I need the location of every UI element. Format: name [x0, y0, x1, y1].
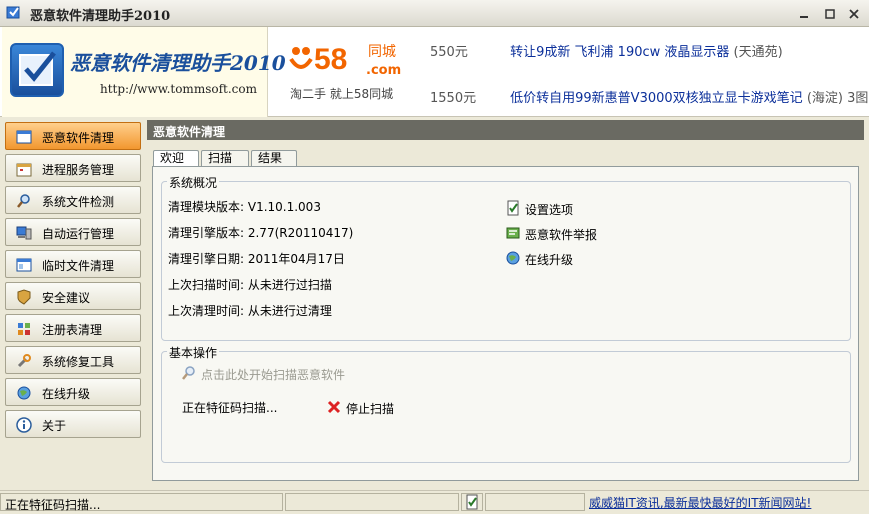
operations-title: 基本操作: [167, 344, 220, 361]
status-bar: 正在特征码扫描... 威威猫IT资讯,最新最快最好的IT新闻网站!: [0, 490, 869, 514]
sidebar-item-about[interactable]: 关于: [5, 410, 141, 438]
main-header: 恶意软件清理: [147, 120, 864, 140]
sidebar-item-label: 临时文件清理: [42, 259, 115, 273]
sidebar-item-label: 关于: [42, 419, 67, 433]
window-icon: [16, 258, 32, 272]
tab-page-welcome: 系统概况 清理模块版本: V1.10.1.003 清理引擎版本: 2.77(R2…: [152, 166, 859, 481]
sidebar-item-label: 系统修复工具: [42, 355, 115, 369]
ad-brand-domain: .com: [366, 63, 402, 78]
sidebar-item-label: 进程服务管理: [42, 163, 115, 177]
sidebar-item-label: 注册表清理: [42, 323, 103, 337]
ad-text[interactable]: 低价转自用99新惠普V3000双核独立显卡游戏笔记: [510, 91, 803, 106]
module-version: 清理模块版本: V1.10.1.003: [168, 200, 321, 214]
scan-progress-text: 正在特征码扫描...: [182, 401, 278, 415]
sidebar-item-label: 恶意软件清理: [42, 131, 115, 145]
sidebar-item-autorun[interactable]: 自动运行管理: [5, 218, 141, 246]
title-bar[interactable]: 恶意软件清理助手2010: [0, 0, 869, 27]
tools-icon: [17, 354, 31, 368]
shield-icon: [17, 289, 31, 305]
main-content: 欢迎 扫描 结果 系统概况 清理模块版本: V1.10.1.003 清理引擎版本…: [147, 140, 864, 486]
overview-title: 系统概况: [167, 174, 220, 191]
stop-scan-button[interactable]: 停止扫描: [326, 399, 406, 417]
ad-extra: (天通苑): [733, 45, 783, 60]
upgrade-link[interactable]: 在线升级: [505, 250, 625, 268]
status-text: 正在特征码扫描...: [5, 498, 101, 512]
magnifier-icon: [17, 194, 30, 208]
engine-version: 清理引擎版本: 2.77(R20110417): [168, 226, 354, 240]
sidebar-item-file-check[interactable]: 系统文件检测: [5, 186, 141, 214]
settings-icon: [507, 200, 519, 216]
sidebar-item-registry-clean[interactable]: 注册表清理: [5, 314, 141, 342]
ad-row-2[interactable]: 1550元 低价转自用99新惠普V3000双核独立显卡游戏笔记 (海淀) 3图: [430, 87, 868, 106]
sidebar-item-online-upgrade[interactable]: 在线升级: [5, 378, 141, 406]
tab-results[interactable]: 结果: [251, 150, 297, 167]
operations-group: 基本操作 点击此处开始扫描恶意软件 正在特征码扫描... 停止扫描: [161, 344, 851, 463]
last-scan-time: 上次扫描时间: 从未进行过扫描: [168, 278, 332, 292]
computer-icon: [16, 226, 32, 240]
settings-icon: [466, 494, 478, 510]
ad-extra: (海淀) 3图: [806, 91, 869, 106]
sidebar-item-label: 自动运行管理: [42, 227, 115, 241]
upgrade-label: 在线升级: [525, 253, 574, 267]
logo-title: 恶意软件清理助手2010: [70, 51, 286, 75]
globe-icon: [506, 251, 520, 265]
mascot-icon: [289, 47, 313, 69]
registry-icon: [18, 323, 30, 335]
close-icon: [327, 400, 341, 414]
sidebar-item-label: 安全建议: [42, 291, 91, 305]
overview-group: 系统概况 清理模块版本: V1.10.1.003 清理引擎版本: 2.77(R2…: [161, 174, 851, 341]
last-clean-time: 上次清理时间: 从未进行过清理: [168, 304, 332, 318]
settings-label: 设置选项: [525, 203, 574, 217]
news-link[interactable]: 威威猫IT资讯,最新最快最好的IT新闻网站!: [589, 494, 811, 511]
main-header-title: 恶意软件清理: [153, 125, 226, 139]
ad-price: 550元: [430, 45, 468, 60]
window-title: 恶意软件清理助手2010: [30, 9, 171, 24]
ad-58-logo[interactable]: 58 同城 .com 淘二手 就上58同城: [288, 33, 418, 113]
close-icon: [849, 9, 859, 19]
sidebar-item-label: 在线升级: [42, 387, 91, 401]
sidebar-item-process-service[interactable]: 进程服务管理: [5, 154, 141, 182]
sidebar-item-security-advice[interactable]: 安全建议: [5, 282, 141, 310]
status-cell-icon[interactable]: [461, 493, 483, 511]
sidebar-item-malware-clean[interactable]: 恶意软件清理: [5, 122, 141, 150]
magnifier-icon: [182, 366, 195, 380]
report-icon: [506, 227, 520, 239]
ad-text[interactable]: 转让9成新 飞利浦 190cw 液晶显示器: [510, 45, 729, 60]
report-label: 恶意软件举报: [525, 228, 598, 242]
report-link[interactable]: 恶意软件举报: [505, 225, 625, 243]
settings-link[interactable]: 设置选项: [505, 200, 625, 218]
sidebar-item-label: 系统文件检测: [42, 195, 115, 209]
app-icon: [6, 6, 20, 19]
stop-scan-label: 停止扫描: [346, 402, 395, 416]
info-icon: [16, 417, 32, 433]
logo-icon: [10, 43, 64, 97]
maximize-button[interactable]: [823, 7, 837, 21]
sidebar-item-repair-tools[interactable]: 系统修复工具: [5, 346, 141, 374]
window-icon: [16, 130, 32, 144]
maximize-icon: [825, 9, 835, 19]
engine-date: 清理引擎日期: 2011年04月17日: [168, 252, 345, 266]
start-scan-link[interactable]: 点击此处开始扫描恶意软件: [181, 365, 381, 383]
close-button[interactable]: [847, 7, 861, 21]
status-cell-empty: [285, 493, 459, 511]
minimize-icon: [800, 16, 808, 18]
minimize-button[interactable]: [797, 7, 811, 21]
sidebar-item-temp-clean[interactable]: 临时文件清理: [5, 250, 141, 278]
tab-scan[interactable]: 扫描: [201, 150, 249, 167]
globe-icon: [17, 386, 31, 400]
start-scan-label: 点击此处开始扫描恶意软件: [201, 368, 346, 382]
ad-price: 1550元: [430, 91, 477, 106]
ad-slogan: 淘二手 就上58同城: [290, 87, 394, 101]
status-cell-empty: [485, 493, 585, 511]
ad-brand-suffix: 同城: [368, 44, 396, 60]
banner: 恶意软件清理助手2010 http://www.tommsoft.com 58 …: [0, 27, 869, 117]
logo-url[interactable]: http://www.tommsoft.com: [100, 82, 257, 96]
status-cell-main: 正在特征码扫描...: [0, 493, 283, 512]
ad-brand-number: 58: [314, 43, 348, 76]
calendar-icon: [16, 163, 32, 177]
logo-area: 恶意软件清理助手2010 http://www.tommsoft.com: [2, 27, 286, 117]
ad-row-1[interactable]: 550元 转让9成新 飞利浦 190cw 液晶显示器 (天通苑): [430, 41, 783, 60]
